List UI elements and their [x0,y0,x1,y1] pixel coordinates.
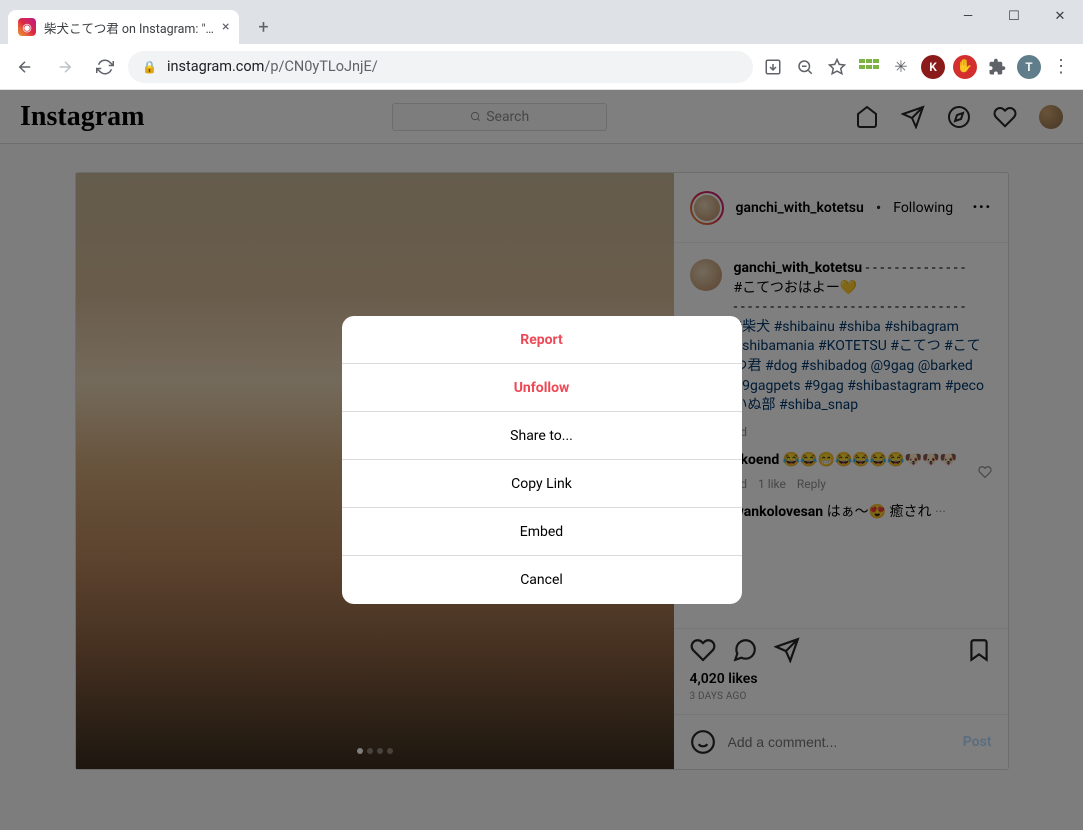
back-button[interactable] [8,50,42,84]
close-window-button[interactable]: ✕ [1037,0,1083,32]
install-app-icon[interactable] [759,53,787,81]
extension-bug-icon[interactable]: ✳ [887,53,915,81]
url-host: instagram.com [167,58,264,75]
url-path: /p/CN0yTLoJnjE/ [264,58,377,75]
minimize-button[interactable]: — [945,0,991,32]
window-titlebar: ◉ 柴犬こてつ君 on Instagram: "- - - × + — ☐ ✕ [0,0,1083,44]
embed-button[interactable]: Embed [342,508,742,556]
address-bar[interactable]: 🔒 instagram.com/p/CN0yTLoJnjE/ [128,51,753,83]
extension-green-icon[interactable] [855,53,883,81]
forward-button[interactable] [48,50,82,84]
browser-tab[interactable]: ◉ 柴犬こてつ君 on Instagram: "- - - × [8,10,239,44]
tab-title: 柴犬こてつ君 on Instagram: "- - - [44,18,214,37]
close-tab-icon[interactable]: × [222,19,229,35]
profile-avatar-icon[interactable]: T [1015,53,1043,81]
options-modal: Report Unfollow Share to... Copy Link Em… [342,316,742,604]
instagram-favicon-icon: ◉ [18,18,36,36]
reload-button[interactable] [88,50,122,84]
new-tab-button[interactable]: + [249,13,277,41]
maximize-button[interactable]: ☐ [991,0,1037,32]
lock-icon: 🔒 [142,60,157,74]
cancel-button[interactable]: Cancel [342,556,742,604]
extensions-menu-icon[interactable] [983,53,1011,81]
browser-menu-icon[interactable]: ⋮ [1047,53,1075,81]
share-to-button[interactable]: Share to... [342,412,742,460]
unfollow-button[interactable]: Unfollow [342,364,742,412]
extension-ublock-icon[interactable]: ✋ [951,53,979,81]
modal-overlay[interactable]: Report Unfollow Share to... Copy Link Em… [0,90,1083,830]
report-button[interactable]: Report [342,316,742,364]
instagram-page: Instagram Search ganchi_with_kotetsu [0,90,1083,830]
copy-link-button[interactable]: Copy Link [342,460,742,508]
browser-toolbar: 🔒 instagram.com/p/CN0yTLoJnjE/ ✳ K ✋ T ⋮ [0,44,1083,90]
zoom-icon[interactable] [791,53,819,81]
bookmark-star-icon[interactable] [823,53,851,81]
extension-k-icon[interactable]: K [919,53,947,81]
